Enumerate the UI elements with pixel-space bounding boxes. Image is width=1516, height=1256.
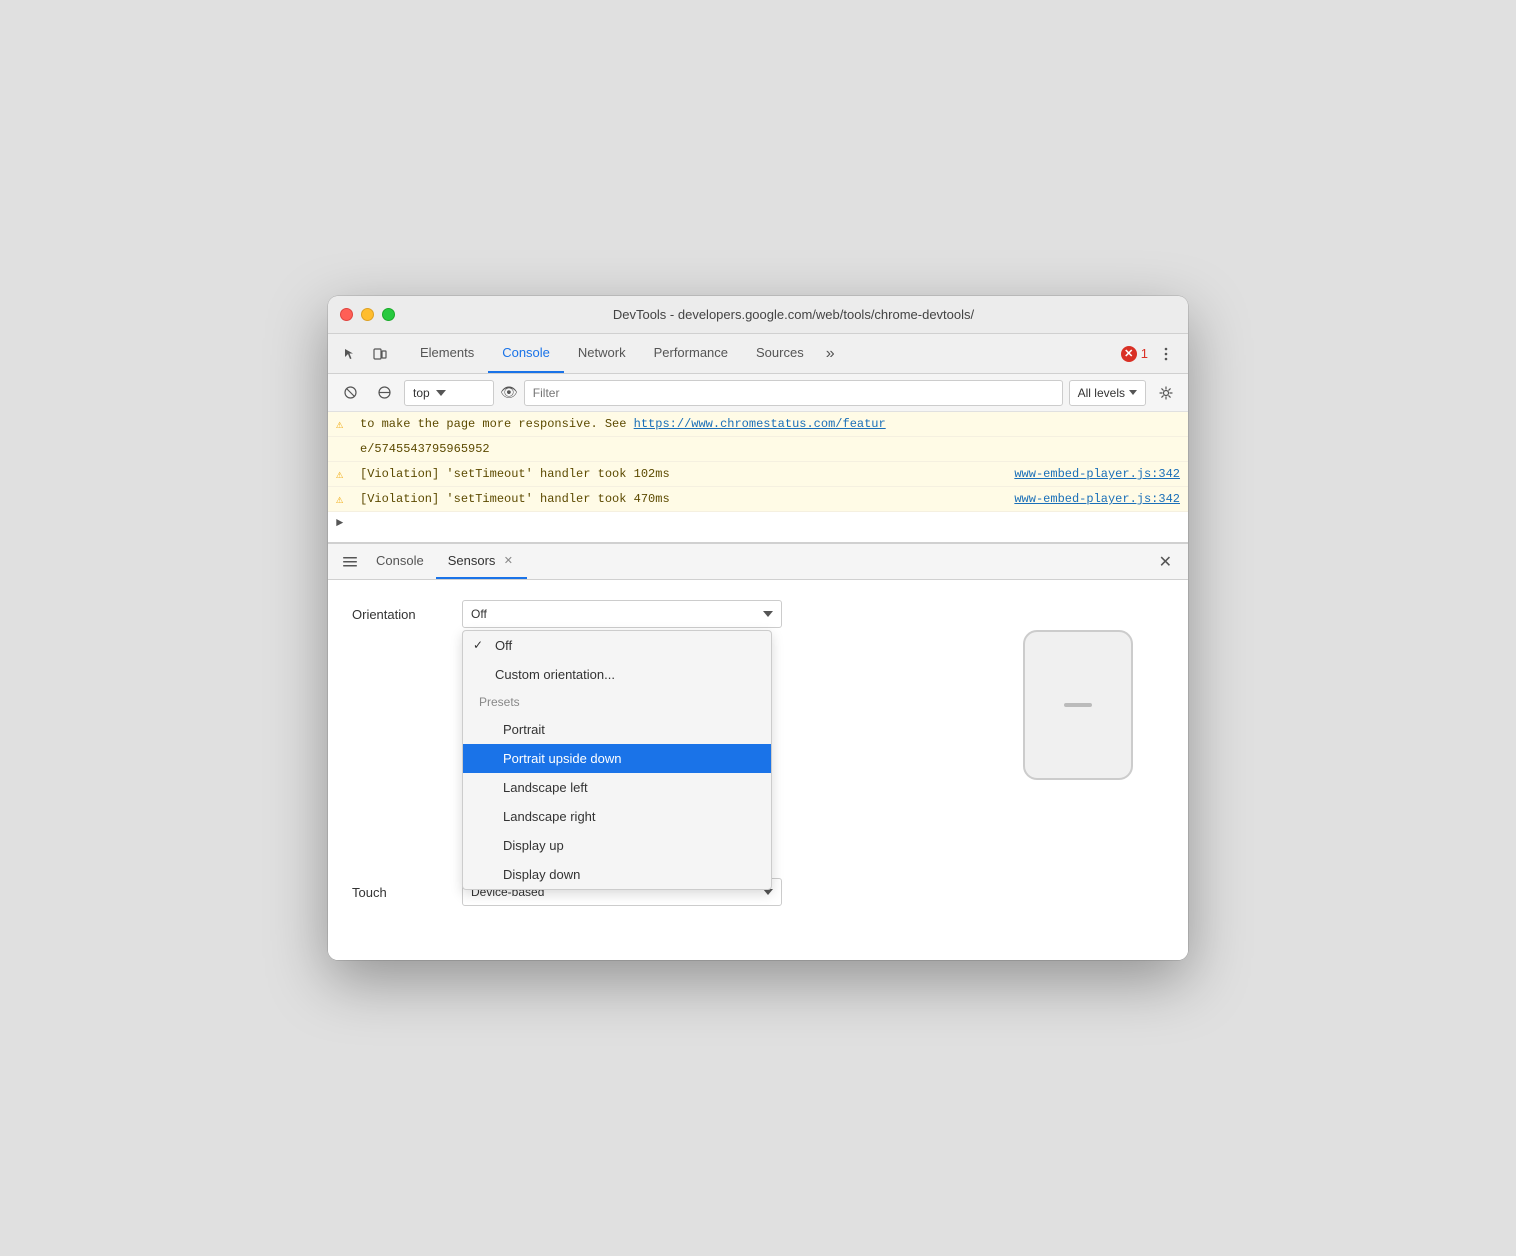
error-badge: ✕ 1	[1121, 346, 1148, 362]
dropdown-item-custom[interactable]: Custom orientation...	[463, 660, 771, 689]
tab-performance[interactable]: Performance	[640, 334, 742, 373]
console-line-url-cont: e/5745543795965952	[328, 437, 1188, 462]
filter-input[interactable]	[524, 380, 1063, 406]
block-icon[interactable]	[370, 379, 398, 407]
console-violation-2: ⚠ [Violation] 'setTimeout' handler took …	[328, 487, 1188, 512]
maximize-button[interactable]	[382, 308, 395, 321]
window-title: DevTools - developers.google.com/web/too…	[411, 307, 1176, 322]
dropdown-item-off[interactable]: Off	[463, 631, 771, 660]
bottom-tab-bar: Console Sensors ✕ ✕	[328, 544, 1188, 580]
more-tabs-button[interactable]: »	[818, 334, 843, 373]
main-tabs: Elements Console Network Performance Sou…	[406, 334, 1113, 373]
sensors-panel: Orientation Off Off Custom orientation..…	[328, 580, 1188, 960]
more-options-icon[interactable]	[1152, 340, 1180, 368]
warning-icon: ⚠	[336, 416, 343, 434]
panel-close-btn[interactable]: ✕	[1151, 544, 1180, 579]
dropdown-item-portrait[interactable]: Portrait	[463, 715, 771, 744]
phone-mockup	[1023, 630, 1133, 780]
tab-bar-left-controls	[336, 334, 406, 373]
traffic-lights	[340, 308, 395, 321]
orientation-dropdown-container: Off Off Custom orientation... Presets Po…	[462, 600, 782, 628]
dropdown-item-display-up[interactable]: Display up	[463, 831, 771, 860]
context-selector[interactable]: top	[404, 380, 494, 406]
clear-console-icon[interactable]	[336, 379, 364, 407]
tab-bar-right-controls: ✕ 1	[1113, 334, 1180, 373]
orientation-row: Orientation Off Off Custom orientation..…	[352, 600, 1164, 628]
tab-network[interactable]: Network	[564, 334, 640, 373]
console-violation-1: ⚠ [Violation] 'setTimeout' handler took …	[328, 462, 1188, 487]
tab-console[interactable]: Console	[488, 334, 564, 373]
phone-mockup-area	[998, 630, 1158, 810]
console-expand-btn[interactable]: ►	[328, 512, 1188, 534]
dropdown-item-landscape-right[interactable]: Landscape right	[463, 802, 771, 831]
phone-home-button	[1064, 703, 1092, 707]
warning-icon-3: ⚠	[336, 491, 343, 509]
bottom-tab-console[interactable]: Console	[364, 544, 436, 579]
dropdown-item-landscape-left[interactable]: Landscape left	[463, 773, 771, 802]
bottom-panel: Console Sensors ✕ ✕ Orientation Off	[328, 542, 1188, 960]
orientation-label: Orientation	[352, 607, 462, 622]
error-icon: ✕	[1121, 346, 1137, 362]
bottom-tab-sensors[interactable]: Sensors ✕	[436, 544, 528, 579]
violation-1-link[interactable]: www-embed-player.js:342	[1014, 465, 1180, 483]
console-line-url: ⚠ to make the page more responsive. See …	[328, 412, 1188, 437]
close-button[interactable]	[340, 308, 353, 321]
orientation-dropdown-menu: Off Custom orientation... Presets Portra…	[462, 630, 772, 890]
devtools-window: DevTools - developers.google.com/web/too…	[328, 296, 1188, 960]
title-bar: DevTools - developers.google.com/web/too…	[328, 296, 1188, 334]
dropdown-item-display-down[interactable]: Display down	[463, 860, 771, 889]
dropdown-group-presets: Presets	[463, 689, 771, 715]
dropdown-item-portrait-down[interactable]: Portrait upside down	[463, 744, 771, 773]
tab-sources[interactable]: Sources	[742, 334, 818, 373]
inspect-icon[interactable]	[336, 340, 364, 368]
warning-icon-2: ⚠	[336, 466, 343, 484]
console-toolbar: top 👁 All levels	[328, 374, 1188, 412]
bottom-tab-menu-icon[interactable]	[336, 544, 364, 579]
console-output: ⚠ to make the page more responsive. See …	[328, 412, 1188, 542]
device-mode-icon[interactable]	[366, 340, 394, 368]
violation-2-link[interactable]: www-embed-player.js:342	[1014, 490, 1180, 508]
tab-elements[interactable]: Elements	[406, 334, 488, 373]
sensors-close-btn[interactable]: ✕	[501, 554, 515, 568]
minimize-button[interactable]	[361, 308, 374, 321]
main-tab-bar: Elements Console Network Performance Sou…	[328, 334, 1188, 374]
levels-selector[interactable]: All levels	[1069, 380, 1146, 406]
eye-icon[interactable]: 👁	[500, 384, 518, 401]
orientation-select[interactable]: Off	[462, 600, 782, 628]
settings-icon[interactable]	[1152, 379, 1180, 407]
touch-label: Touch	[352, 885, 462, 900]
